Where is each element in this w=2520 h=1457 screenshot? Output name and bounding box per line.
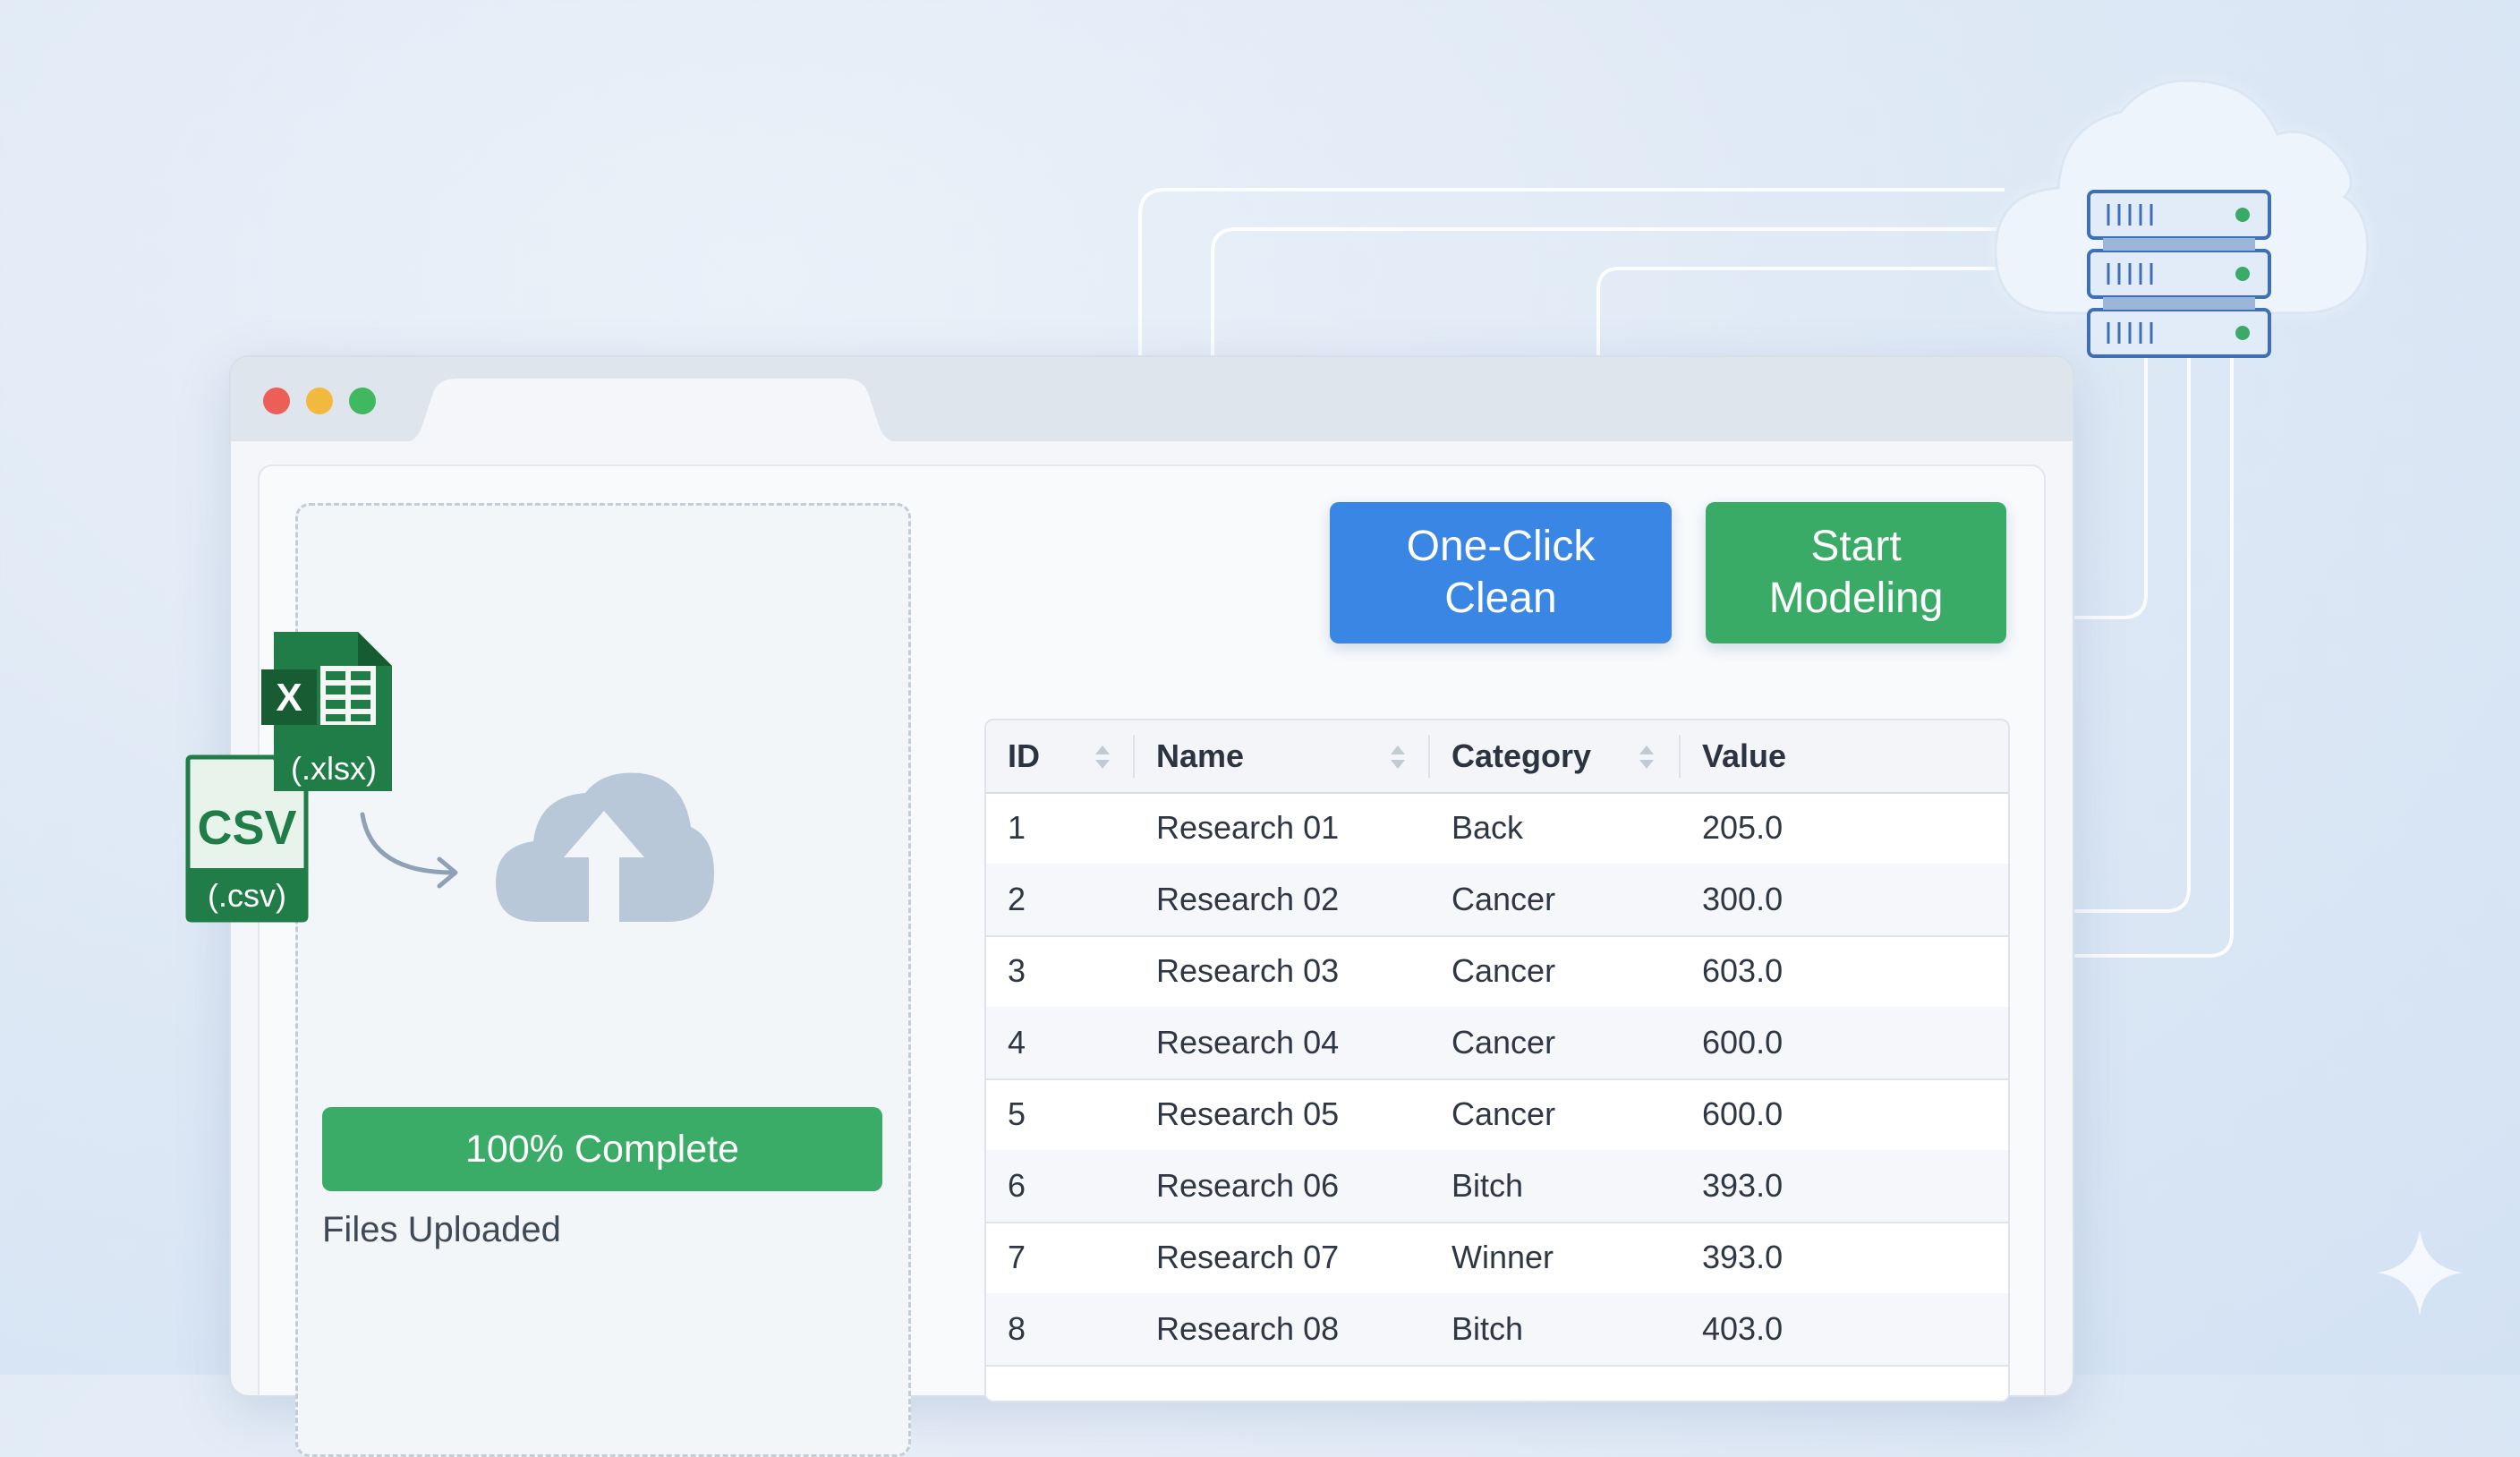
xlsx-extension: (.xlsx) [291, 750, 377, 787]
upload-status-text: Files Uploaded [322, 1210, 561, 1249]
table-row[interactable]: 5 Research 05 Cancer 600.0 [986, 1078, 2008, 1152]
start-modeling-button[interactable]: Start Modeling [1706, 502, 2006, 643]
cell-category: Cancer [1452, 881, 1556, 917]
cell-category: Cancer [1452, 1024, 1556, 1061]
table-row[interactable]: 8 Research 08 Bitch 403.0 [986, 1293, 2008, 1367]
cell-id: 2 [1008, 881, 1026, 917]
browser-tab[interactable] [401, 379, 902, 443]
cell-value: 393.0 [1702, 1239, 1784, 1275]
sparkle-icon [2377, 1230, 2463, 1316]
table-row[interactable]: 7 Research 07 Winner 393.0 [986, 1222, 2008, 1295]
maximize-window-button[interactable] [349, 388, 376, 414]
cell-category: Cancer [1452, 952, 1556, 989]
title-bar [231, 357, 2073, 443]
cell-name: Research 03 [1156, 952, 1340, 989]
column-header-id[interactable]: ID [1008, 720, 1040, 792]
sort-icon[interactable] [1094, 744, 1111, 771]
data-table: ID Name Category Value 1 Research 01 Bac… [984, 719, 2010, 1402]
upload-progress-bar: 100% Complete [322, 1107, 882, 1191]
table-row[interactable]: 2 Research 02 Cancer 300.0 [986, 864, 2008, 937]
column-header-category[interactable]: Category [1452, 720, 1591, 792]
cell-name: Research 05 [1156, 1095, 1340, 1132]
cell-category: Cancer [1452, 1095, 1556, 1132]
cell-id: 1 [1008, 809, 1026, 846]
cell-id: 5 [1008, 1095, 1026, 1132]
cell-category: Winner [1452, 1239, 1554, 1275]
table-header: ID Name Category Value [986, 720, 2008, 794]
sort-icon[interactable] [1389, 744, 1407, 771]
table-row[interactable]: 1 Research 01 Back 205.0 [986, 792, 2008, 865]
cell-id: 6 [1008, 1167, 1026, 1204]
cell-category: Bitch [1452, 1167, 1524, 1204]
cell-value: 600.0 [1702, 1024, 1784, 1061]
close-window-button[interactable] [263, 388, 290, 414]
sort-icon[interactable] [1638, 744, 1656, 771]
cell-value: 603.0 [1702, 952, 1784, 989]
upload-arrow-icon [360, 812, 458, 889]
table-row[interactable]: 3 Research 03 Cancer 603.0 [986, 935, 2008, 1009]
cell-value: 300.0 [1702, 881, 1784, 917]
cell-category: Back [1452, 809, 1524, 846]
cell-value: 600.0 [1702, 1095, 1784, 1132]
cell-name: Research 04 [1156, 1024, 1340, 1061]
cell-value: 403.0 [1702, 1310, 1784, 1347]
progress-label: 100% Complete [465, 1127, 739, 1171]
cloud-server-icon [1994, 79, 2370, 358]
clean-button-label: One-Click Clean [1406, 523, 1596, 622]
cell-id: 7 [1008, 1239, 1026, 1275]
cell-id: 8 [1008, 1310, 1026, 1347]
column-header-name[interactable]: Name [1156, 720, 1244, 792]
csv-extension: (.csv) [208, 877, 286, 914]
cell-category: Bitch [1452, 1310, 1524, 1347]
cell-name: Research 06 [1156, 1167, 1340, 1204]
csv-badge: CSV [197, 801, 297, 855]
cell-id: 4 [1008, 1024, 1026, 1061]
cell-name: Research 08 [1156, 1310, 1340, 1347]
cell-value: 205.0 [1702, 809, 1784, 846]
minimize-window-button[interactable] [306, 388, 333, 414]
table-row[interactable]: 4 Research 04 Cancer 600.0 [986, 1007, 2008, 1080]
excel-file-icon: X (.xlsx) [261, 626, 396, 797]
model-button-label: Start Modeling [1768, 523, 1944, 622]
table-row[interactable]: 6 Research 06 Bitch 393.0 [986, 1150, 2008, 1223]
column-header-value[interactable]: Value [1702, 720, 1786, 792]
one-click-clean-button[interactable]: One-Click Clean [1330, 502, 1672, 643]
svg-text:X: X [276, 676, 302, 720]
cell-name: Research 01 [1156, 809, 1340, 846]
cell-value: 393.0 [1702, 1167, 1784, 1204]
cell-name: Research 07 [1156, 1239, 1340, 1275]
upload-cloud-icon [496, 772, 714, 922]
cell-id: 3 [1008, 952, 1026, 989]
cell-name: Research 02 [1156, 881, 1340, 917]
